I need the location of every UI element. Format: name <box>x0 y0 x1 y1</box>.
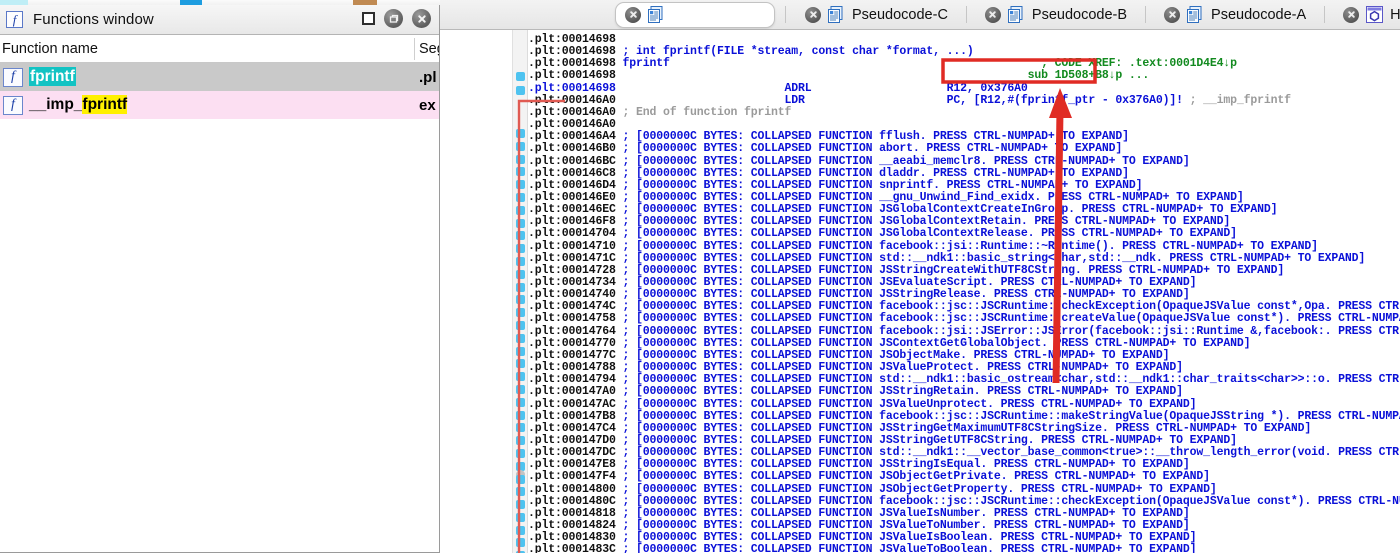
window-controls <box>362 9 431 28</box>
collapse-marker[interactable] <box>516 538 525 547</box>
collapse-marker[interactable] <box>516 500 525 509</box>
tab-label: Pseudocode-A <box>1211 6 1307 23</box>
collapse-marker[interactable] <box>516 270 525 279</box>
disassembly-pane: Pseudocode-C Pseudocode-B Pseudocode-A H… <box>440 0 1400 553</box>
table-row[interactable]: f fprintf .pl <box>0 63 439 91</box>
tab-label: Pseudocode-C <box>852 6 948 23</box>
collapse-marker[interactable] <box>516 142 525 151</box>
pseudocode-icon <box>1187 6 1204 23</box>
tab-label: Pseudocode-B <box>1031 6 1128 23</box>
disassembly-listing[interactable]: .plt:00014698 .plt:00014698 ; int fprint… <box>528 30 1400 553</box>
collapse-marker[interactable] <box>516 283 525 292</box>
collapse-marker[interactable] <box>516 231 525 240</box>
collapse-marker[interactable] <box>516 436 525 445</box>
hex-view-icon <box>1366 6 1384 23</box>
table-row[interactable]: f __imp_fprintf ex <box>0 91 439 119</box>
collapse-marker[interactable] <box>516 385 525 394</box>
tab-bar: Pseudocode-C Pseudocode-B Pseudocode-A H <box>440 0 1400 30</box>
function-name-prefix: __imp_ <box>29 96 83 113</box>
tab-disassembly-active[interactable] <box>615 1 775 28</box>
tab-pseudocode-c[interactable]: Pseudocode-C <box>796 2 957 28</box>
collapse-marker[interactable] <box>516 257 525 266</box>
collapse-marker[interactable] <box>516 347 525 356</box>
collapse-marker[interactable] <box>516 411 525 420</box>
function-f-icon: f <box>3 67 23 87</box>
segment-cell: .pl <box>419 68 437 86</box>
tab-label: He <box>1390 6 1400 23</box>
column-divider[interactable] <box>414 38 415 60</box>
functions-window-title: Functions window <box>33 11 154 28</box>
close-tab-icon[interactable] <box>625 6 641 23</box>
collapse-marker[interactable] <box>516 129 525 138</box>
collapse-marker[interactable] <box>516 372 525 381</box>
collapse-marker[interactable] <box>516 526 525 535</box>
collapse-marker[interactable] <box>516 321 525 330</box>
functions-table-header: Function name Seg <box>0 35 439 63</box>
restore-button[interactable] <box>384 9 403 28</box>
collapse-marker[interactable] <box>516 295 525 304</box>
column-header-function-name[interactable]: Function name <box>0 41 98 57</box>
collapse-marker[interactable] <box>516 86 525 95</box>
tab-pseudocode-a[interactable]: Pseudocode-A <box>1155 2 1315 28</box>
collapse-marker[interactable] <box>516 334 525 343</box>
function-f-icon: f <box>3 95 23 115</box>
collapse-marker[interactable] <box>516 449 525 458</box>
function-name-highlight: fprintf <box>82 95 128 114</box>
function-name-highlight: fprintf <box>29 67 76 86</box>
collapse-marker[interactable] <box>516 206 525 215</box>
collapse-marker[interactable] <box>516 513 525 522</box>
gutter-pane <box>440 30 528 553</box>
collapse-marker[interactable] <box>516 72 525 81</box>
code-line[interactable]: .plt:0001483C ; [0000000C BYTES: COLLAPS… <box>528 544 1197 553</box>
code-area[interactable]: .plt:00014698 .plt:00014698 ; int fprint… <box>440 30 1400 553</box>
function-f-icon: f <box>6 11 23 28</box>
collapse-marker[interactable] <box>516 475 525 484</box>
collapse-marker[interactable] <box>516 423 525 432</box>
tab-separator <box>965 6 967 23</box>
app-root: f Functions window Function name Se f fp… <box>0 0 1400 553</box>
tab-hex-view[interactable]: He <box>1334 2 1400 28</box>
pseudocode-icon <box>648 6 665 23</box>
functions-window: f Functions window Function name Se f fp… <box>0 5 440 553</box>
pseudocode-icon <box>1007 6 1025 23</box>
functions-window-titlebar[interactable]: f Functions window <box>0 5 439 35</box>
tab-separator <box>1145 6 1147 23</box>
collapse-marker[interactable] <box>516 180 525 189</box>
collapse-marker[interactable] <box>516 308 525 317</box>
close-tab-icon[interactable] <box>984 6 1001 23</box>
close-tab-icon[interactable] <box>805 6 821 23</box>
maximize-button[interactable] <box>362 12 375 25</box>
collapse-marker[interactable] <box>516 155 525 164</box>
collapse-marker[interactable] <box>516 244 525 253</box>
close-tab-icon[interactable] <box>1343 6 1360 23</box>
collapse-marker[interactable] <box>516 359 525 368</box>
pseudocode-icon <box>828 6 845 23</box>
function-name-cell: fprintf <box>29 67 76 86</box>
collapse-marker[interactable] <box>516 398 525 407</box>
close-tab-icon[interactable] <box>1164 6 1181 23</box>
collapse-marker[interactable] <box>516 167 525 176</box>
function-name-cell: __imp_fprintf <box>29 95 128 114</box>
column-header-segment[interactable]: Seg <box>419 41 439 57</box>
close-button[interactable] <box>412 9 431 28</box>
segment-cell: ex <box>419 96 436 114</box>
tab-pseudocode-b[interactable]: Pseudocode-B <box>976 2 1136 28</box>
collapse-marker[interactable] <box>516 193 525 202</box>
collapse-marker[interactable] <box>516 219 525 228</box>
tab-separator <box>1324 6 1326 23</box>
tab-separator <box>785 6 786 23</box>
collapse-marker[interactable] <box>516 487 525 496</box>
